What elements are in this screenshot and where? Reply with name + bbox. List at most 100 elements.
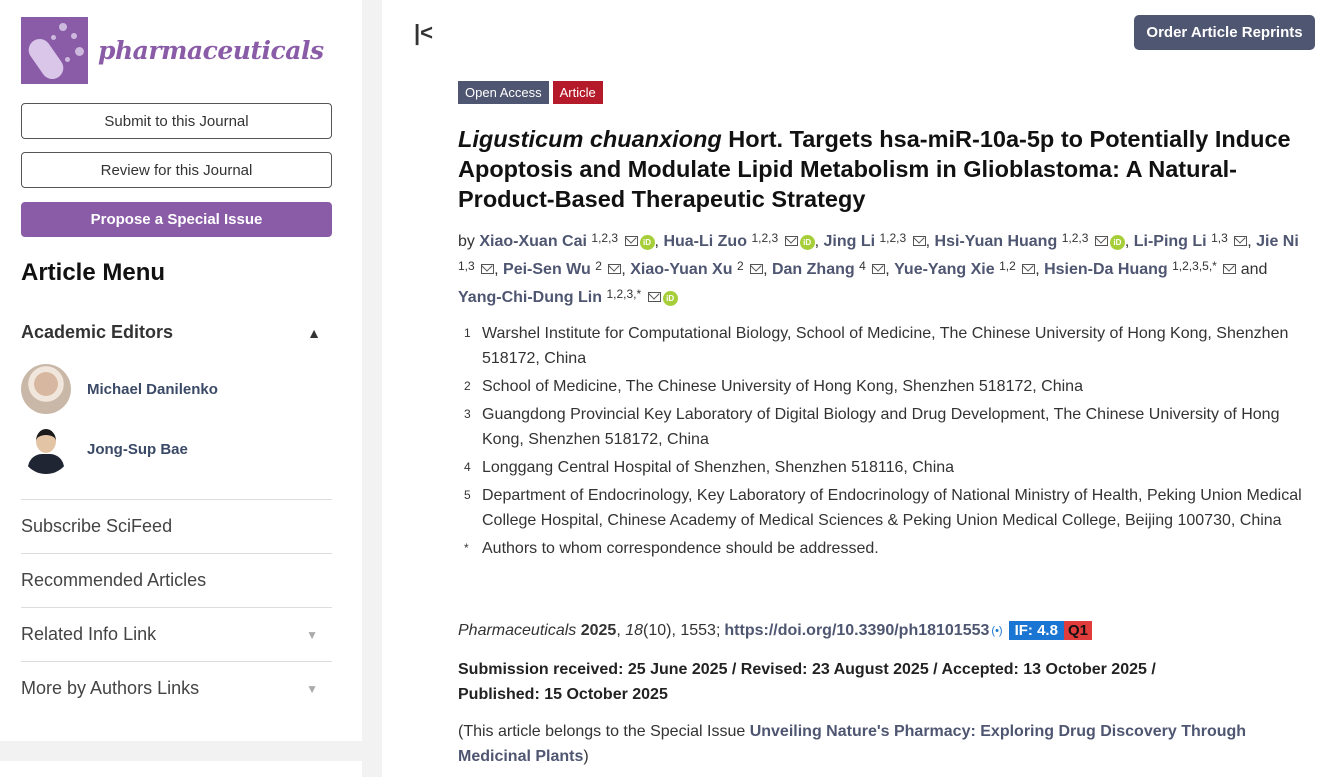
article-title-italic: Ligusticum chuanxiong [458, 126, 722, 152]
author-affiliation-ref: 2 [595, 259, 602, 273]
orcid-icon[interactable]: iD [799, 235, 815, 250]
article-main: |< Order Article Reprints Open Access Ar… [382, 0, 1324, 777]
author-affiliation-ref: 1,3 [1211, 231, 1228, 245]
envelope-icon[interactable] [608, 264, 622, 274]
affiliation-item: 1 Warshel Institute for Computational Bio… [464, 321, 1314, 371]
affiliation-number: 1 [464, 326, 471, 340]
quartile-badge[interactable]: Q1 [1063, 621, 1092, 640]
author-name[interactable]: Hsi-Yuan Huang [935, 233, 1058, 250]
citation-year: 2025 [580, 621, 617, 639]
affiliation-item: 2 School of Medicine, The Chinese Univers… [464, 374, 1314, 399]
envelope-icon[interactable] [647, 292, 661, 302]
orcid-icon[interactable]: iD [639, 235, 655, 250]
author-name[interactable]: Yue-Yang Xie [894, 261, 994, 278]
sidebar-link-label: More by Authors Links [21, 678, 200, 698]
author-name[interactable]: Xiao-Xuan Cai [479, 233, 587, 250]
envelope-icon[interactable] [481, 264, 495, 274]
author-affiliation-ref: 1,3 [458, 259, 475, 273]
affiliation-text: Department of Endocrinology, Key Laborat… [482, 487, 1302, 529]
affiliation-number: * [464, 541, 469, 555]
altmetric-icon[interactable]: (•) [991, 625, 1002, 637]
author-affiliation-ref: 1,2,3 [751, 231, 779, 245]
submit-button[interactable]: Submit to this Journal [21, 103, 332, 139]
envelope-icon[interactable] [912, 236, 926, 246]
avatar [21, 364, 71, 414]
collapse-sidebar-button[interactable]: |< [414, 20, 433, 46]
affiliation-item: 4 Longgang Central Hospital of Shenzhen, … [464, 455, 1314, 480]
order-reprints-button[interactable]: Order Article Reprints [1134, 15, 1315, 50]
editor-name[interactable]: Michael Danilenko [87, 381, 218, 398]
academic-editors-toggle[interactable]: Academic Editors ▲ [21, 322, 321, 343]
affiliation-text: Warshel Institute for Computational Biol… [482, 325, 1289, 367]
dates-line-1: Submission received: 25 June 2025 / Revi… [458, 661, 1156, 678]
author-name[interactable]: Dan Zhang [772, 261, 855, 278]
editor-item[interactable]: Jong-Sup Bae [21, 424, 188, 474]
impact-factor-badge[interactable]: IF: 4.8 [1008, 621, 1064, 640]
journal-logo[interactable]: pharmaceuticals [21, 17, 324, 84]
author-name[interactable]: Hsien-Da Huang [1044, 261, 1168, 278]
affiliation-item: * Authors to whom correspondence should b… [464, 536, 1314, 561]
orcid-icon[interactable]: iD [662, 291, 678, 306]
propose-special-issue-button[interactable]: Propose a Special Issue [21, 202, 332, 237]
author-affiliation-ref: 2 [736, 259, 744, 273]
author-affiliation-ref: 1,2,3 [879, 231, 907, 245]
envelope-icon[interactable] [624, 236, 638, 246]
affiliation-text: Guangdong Provincial Key Laboratory of D… [482, 406, 1280, 448]
envelope-icon[interactable] [1094, 236, 1108, 246]
editor-item[interactable]: Michael Danilenko [21, 364, 218, 414]
sidebar-link-label: Subscribe SciFeed [21, 516, 173, 536]
affiliation-number: 4 [464, 460, 471, 474]
editor-name[interactable]: Jong-Sup Bae [87, 441, 188, 458]
article-type-badge: Article [552, 81, 603, 104]
author-affiliation-ref: 1,2,3 [591, 231, 619, 245]
chevron-down-icon: ▼ [306, 627, 318, 642]
envelope-icon[interactable] [750, 264, 764, 274]
sidebar-link-label: Recommended Articles [21, 570, 207, 590]
sidebar-link-label: Related Info Link [21, 624, 157, 644]
citation-journal: Pharmaceuticals [458, 621, 577, 639]
sidebar-footer [0, 761, 362, 777]
author-affiliation-ref: 1,2,3,* [606, 287, 642, 301]
affiliation-number: 5 [464, 488, 471, 502]
special-issue-suffix: ) [583, 748, 589, 765]
doi-link[interactable]: https://doi.org/10.3390/ph18101553 [724, 622, 989, 640]
author-name[interactable]: Pei-Sen Wu [503, 261, 591, 278]
author-name[interactable]: Hua-Li Zuo [663, 233, 747, 250]
review-button[interactable]: Review for this Journal [21, 152, 332, 188]
author-name[interactable]: Yang-Chi-Dung Lin [458, 289, 602, 306]
orcid-icon[interactable]: iD [1109, 235, 1125, 250]
author-name[interactable]: Jie Ni [1256, 233, 1299, 250]
citation-issue-pages: (10), 1553; [643, 621, 721, 639]
envelope-icon[interactable] [784, 236, 798, 246]
open-access-badge: Open Access [458, 81, 549, 104]
special-issue-prefix: (This article belongs to the Special Iss… [458, 723, 750, 740]
author-name[interactable]: Li-Ping Li [1134, 233, 1207, 250]
affiliation-number: 2 [464, 379, 471, 393]
and-label: and [1240, 261, 1268, 278]
envelope-icon[interactable] [872, 264, 886, 274]
author-list: by Xiao-Xuan Cai 1,2,3 iD, Hua-Li Zuo 1,… [458, 231, 1299, 306]
affiliation-text: Authors to whom correspondence should be… [482, 540, 879, 557]
affiliation-number: 3 [464, 407, 471, 421]
affiliation-text: School of Medicine, The Chinese Universi… [482, 378, 1083, 395]
author-name[interactable]: Jing Li [823, 233, 875, 250]
article-badges: Open Access Article [458, 81, 603, 104]
envelope-icon[interactable] [1022, 264, 1036, 274]
sidebar-link-more-by-authors[interactable]: More by Authors Links ▼ [21, 661, 332, 715]
avatar [21, 424, 71, 474]
sidebar-link-related-info[interactable]: Related Info Link ▼ [21, 607, 332, 661]
envelope-icon[interactable] [1223, 264, 1237, 274]
journal-logo-image [21, 17, 88, 84]
article-menu-title: Article Menu [21, 259, 166, 286]
author-name[interactable]: Xiao-Yuan Xu [630, 261, 732, 278]
affiliation-item: 3 Guangdong Provincial Key Laboratory of … [464, 402, 1314, 452]
sidebar-link-recommended[interactable]: Recommended Articles [21, 553, 332, 607]
affiliation-text: Longgang Central Hospital of Shenzhen, S… [482, 459, 955, 476]
sidebar-link-scifeed[interactable]: Subscribe SciFeed [21, 499, 332, 553]
envelope-icon[interactable] [1234, 236, 1248, 246]
citation-volume: 18 [625, 621, 644, 639]
special-issue-note: (This article belongs to the Special Iss… [458, 719, 1298, 769]
journal-name: pharmaceuticals [98, 36, 324, 65]
chevron-up-icon[interactable]: ▲ [307, 325, 321, 341]
by-label: by [458, 233, 475, 250]
